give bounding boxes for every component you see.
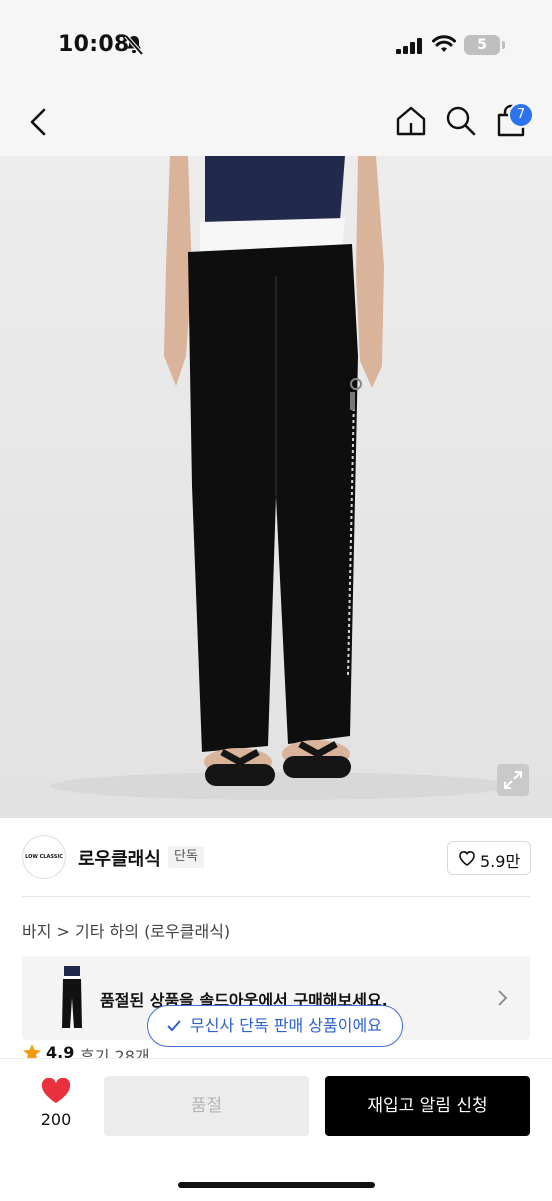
brand-like-button[interactable]: 5.9만 [447, 841, 531, 875]
divider [22, 896, 530, 897]
wishlist-count: 200 [40, 1110, 72, 1129]
signal-icon [396, 38, 422, 54]
banner-product-thumbnail [62, 966, 82, 1028]
battery-icon: 5 [464, 35, 500, 55]
expand-image-button[interactable] [497, 764, 529, 796]
product-photo [0, 156, 552, 818]
wifi-icon [432, 35, 456, 52]
brand-logo-text: LOW CLASSIC [25, 854, 63, 860]
search-icon[interactable] [444, 104, 478, 138]
brand-like-count: 5.9만 [480, 852, 521, 871]
top-nav [0, 90, 552, 156]
brand-name[interactable]: 로우클래식 [78, 845, 161, 871]
status-bar: 10:08 5 [0, 0, 552, 90]
restock-alert-button[interactable]: 재입고 알림 신청 [325, 1076, 530, 1136]
wishlist-button[interactable]: 200 [28, 1078, 84, 1138]
battery-level: 5 [477, 37, 487, 53]
brand-logo[interactable]: LOW CLASSIC [22, 835, 66, 879]
heart-outline-icon [459, 851, 475, 866]
cart-count-badge: 7 [508, 102, 534, 128]
expand-icon [504, 771, 522, 789]
exclusive-tag: 단독 [168, 846, 204, 868]
heart-filled-icon [41, 1078, 71, 1103]
soldout-button[interactable]: 품절 [104, 1076, 309, 1136]
home-icon[interactable] [394, 104, 428, 138]
status-time: 10:08 [58, 32, 130, 57]
home-indicator [178, 1182, 375, 1188]
check-icon [167, 1020, 181, 1032]
bell-slash-icon [124, 34, 144, 56]
back-chevron-icon[interactable] [24, 104, 54, 140]
battery-tip [502, 41, 505, 49]
exclusive-notice-text: 무신사 단독 판매 상품이에요 [190, 1016, 382, 1035]
exclusive-notice-toast: 무신사 단독 판매 상품이에요 [147, 1005, 403, 1047]
chevron-right-icon [498, 990, 508, 1006]
breadcrumb[interactable]: 바지 > 기타 하의 (로우클래식) [22, 918, 230, 942]
product-image[interactable] [0, 156, 552, 818]
